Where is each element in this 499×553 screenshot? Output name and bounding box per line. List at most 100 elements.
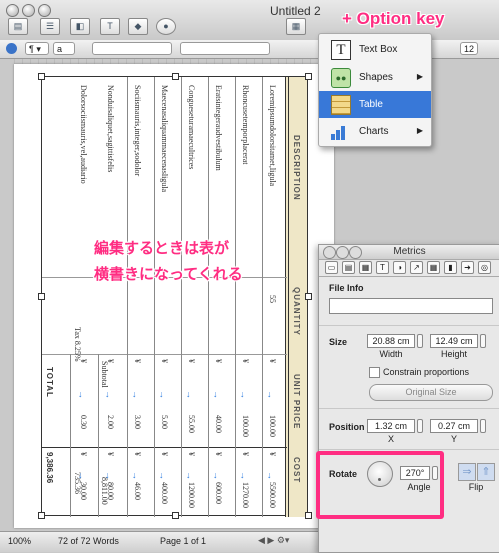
styles-drawer-icon[interactable] xyxy=(6,43,17,54)
text-inspector-icon[interactable]: T xyxy=(376,261,389,274)
wrap-inspector-icon[interactable]: ▦ xyxy=(359,261,372,274)
row-unit-price: 55.00 xyxy=(187,415,196,433)
resize-handle[interactable] xyxy=(38,512,45,519)
y-label: Y xyxy=(450,434,457,444)
shapes-tool-icon[interactable]: ◆ xyxy=(128,18,148,35)
fill-down-arrow-icon: ↓ xyxy=(78,470,83,480)
minimize-window-button[interactable] xyxy=(22,4,35,17)
invoice-table[interactable]: DESCRIPTION QUANTITY UNIT PRICE COST TOT… xyxy=(41,76,308,517)
position-label: Position xyxy=(329,422,365,432)
tax-label: Tax 8.25% xyxy=(73,327,82,362)
page-indicator: Page 1 of 1 xyxy=(160,536,207,546)
graphic-inspector-icon[interactable]: ◑ xyxy=(393,261,406,274)
link-inspector-icon[interactable]: ➜ xyxy=(461,261,474,274)
chart-inspector-icon[interactable]: ▮ xyxy=(444,261,457,274)
subtotal-label: Subtotal xyxy=(100,361,109,388)
close-window-button[interactable] xyxy=(6,4,19,17)
annotation-jp-line2: 横書きになってくれる xyxy=(94,265,243,283)
divider xyxy=(319,449,499,450)
menu-item-table[interactable]: Table xyxy=(319,91,431,118)
row-divider xyxy=(235,77,236,517)
currency-symbol: ¥ xyxy=(214,452,223,456)
zoom-panel-button[interactable] xyxy=(349,246,362,259)
file-info-field[interactable] xyxy=(329,298,493,314)
row-description: Congueseturamaecultrices xyxy=(187,85,196,170)
paragraph-style-select[interactable]: ¶ ▾ xyxy=(25,42,49,55)
charts-icon xyxy=(331,124,349,140)
col-separator xyxy=(42,447,287,448)
size-label: Size xyxy=(329,337,348,347)
header-quantity: QUANTITY xyxy=(292,287,301,336)
text-box-icon: T xyxy=(331,40,351,60)
y-field[interactable]: 0.27 cm xyxy=(430,419,478,433)
width-field[interactable]: 20.88 cm xyxy=(367,334,415,348)
resize-handle[interactable] xyxy=(305,73,312,80)
minimize-panel-button[interactable] xyxy=(336,246,349,259)
submenu-arrow-icon: ▶ xyxy=(416,72,423,81)
word-count: 72 of 72 Words xyxy=(58,536,119,546)
width-stepper[interactable] xyxy=(417,334,423,348)
text-tool-icon[interactable]: T xyxy=(100,18,120,35)
character-style-select[interactable]: a xyxy=(53,42,75,55)
row-divider xyxy=(208,77,209,517)
zoom-select[interactable]: 100% xyxy=(8,536,31,546)
header-description: DESCRIPTION xyxy=(292,135,301,201)
original-size-button[interactable]: Original Size xyxy=(369,384,493,401)
total-label: TOTAL xyxy=(45,367,54,398)
currency-symbol: ¥ xyxy=(160,359,169,363)
zoom-window-button[interactable] xyxy=(38,4,51,17)
divider xyxy=(319,276,499,277)
resize-handle[interactable] xyxy=(305,293,312,300)
currency-symbol: ¥ xyxy=(133,359,142,363)
resize-handle[interactable] xyxy=(305,512,312,519)
row-divider xyxy=(70,354,71,517)
layout-icon[interactable]: ◧ xyxy=(70,18,90,35)
view-icon[interactable]: ▤ xyxy=(8,18,28,35)
row-cost: 30.00 xyxy=(79,482,88,500)
row-description: Eratsintegeraudvestibulum xyxy=(214,85,223,171)
resize-handle[interactable] xyxy=(38,293,45,300)
menu-item-charts[interactable]: Charts ▶ xyxy=(319,118,431,145)
row-cost: 1200.00 xyxy=(187,482,196,508)
height-label: Height xyxy=(440,349,467,359)
window-title: Untitled 2 xyxy=(270,4,321,18)
y-stepper[interactable] xyxy=(480,419,486,433)
divider xyxy=(319,408,499,409)
currency-symbol: ¥ xyxy=(79,359,88,363)
file-info-label: File Info xyxy=(329,283,364,293)
fill-down-arrow-icon: ↓ xyxy=(132,470,137,480)
row-cost: 46.00 xyxy=(133,482,142,500)
fill-down-arrow-icon: ↓ xyxy=(240,470,245,480)
constrain-label: Constrain proportions xyxy=(383,367,470,377)
resize-handle[interactable] xyxy=(172,73,179,80)
document-inspector-icon[interactable]: ▭ xyxy=(325,261,338,274)
font-size-field[interactable]: 12 xyxy=(460,42,478,55)
fill-down-arrow-icon: ↓ xyxy=(267,470,272,480)
flip-vertical-icon[interactable]: ⇑ xyxy=(477,463,495,481)
table-inspector-icon[interactable]: ▦ xyxy=(427,261,440,274)
metrics-inspector-icon[interactable]: ↗ xyxy=(410,261,423,274)
x-field[interactable]: 1.32 cm xyxy=(367,419,415,433)
quicktime-inspector-icon[interactable]: ◎ xyxy=(478,261,491,274)
x-stepper[interactable] xyxy=(417,419,423,433)
height-field[interactable]: 12.49 cm xyxy=(430,334,478,348)
insert-table-icon[interactable]: ▦ xyxy=(286,18,306,35)
menu-item-shapes[interactable]: ●● Shapes ▶ xyxy=(319,64,431,91)
divider xyxy=(319,325,499,326)
font-typeface-select[interactable] xyxy=(180,42,270,55)
constrain-checkbox[interactable] xyxy=(369,367,380,378)
media-icon[interactable]: ● xyxy=(156,18,176,35)
resize-handle[interactable] xyxy=(172,512,179,519)
font-family-select[interactable] xyxy=(92,42,172,55)
row-unit-price: 3.00 xyxy=(133,415,142,429)
height-stepper[interactable] xyxy=(480,334,486,348)
row-description: Nonduisaliquet,sagittisfelis xyxy=(106,85,115,173)
resize-handle[interactable] xyxy=(38,73,45,80)
flip-horizontal-icon[interactable]: ⇒ xyxy=(458,463,476,481)
currency-symbol: ¥ xyxy=(106,452,115,456)
page-nav-icon[interactable]: ◀ ▶ ⚙▾ xyxy=(258,535,289,546)
layout-inspector-icon[interactable]: ▤ xyxy=(342,261,355,274)
close-panel-button[interactable] xyxy=(323,246,336,259)
menu-item-text-box[interactable]: T Text Box xyxy=(319,36,431,63)
sections-icon[interactable]: ☰ xyxy=(40,18,60,35)
